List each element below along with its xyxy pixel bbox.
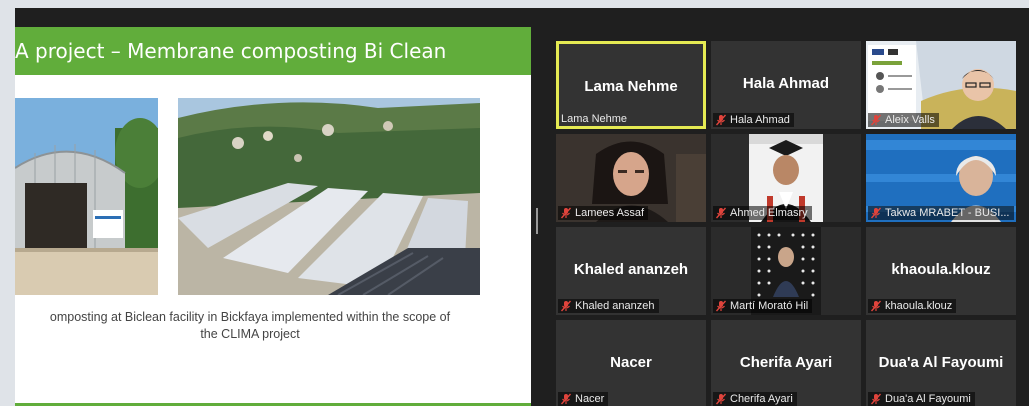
participant-name: Dua'a Al Fayoumi bbox=[878, 354, 1004, 371]
participant-tile[interactable]: Takwa MRABET - BUSI... bbox=[866, 134, 1016, 222]
participant-label-text: Khaled ananzeh bbox=[575, 300, 655, 312]
mic-muted-icon bbox=[560, 393, 572, 405]
participant-label-text: khaoula.klouz bbox=[885, 300, 953, 312]
slide-title-bar: A project – Membrane composting Bi Clean bbox=[15, 27, 531, 75]
mic-muted-icon bbox=[715, 300, 727, 312]
slide-caption-line-2: the CLIMA project bbox=[200, 327, 300, 341]
participant-tile[interactable]: Ahmed Elmasry bbox=[711, 134, 861, 222]
mic-muted-icon bbox=[870, 393, 882, 405]
mic-muted-icon bbox=[715, 114, 727, 126]
mic-muted-icon bbox=[560, 207, 572, 219]
participant-name: Hala Ahmad bbox=[742, 75, 830, 92]
participant-label: Cherifa Ayari bbox=[713, 392, 797, 406]
participant-name: Nacer bbox=[610, 354, 652, 371]
shared-slide: A project – Membrane composting Bi Clean bbox=[15, 27, 531, 406]
participant-label-text: Lama Nehme bbox=[561, 113, 628, 125]
participant-label-text: Takwa MRABET - BUSI... bbox=[885, 207, 1010, 219]
participant-name: khaoula.klouz bbox=[891, 261, 991, 278]
participant-label-text: Lamees Assaf bbox=[575, 207, 645, 219]
participant-tile[interactable]: Khaled ananzeh Khaled ananzeh bbox=[556, 227, 706, 315]
mic-muted-icon bbox=[870, 300, 882, 312]
participant-label: Takwa MRABET - BUSI... bbox=[868, 206, 1014, 220]
participant-label: Martí Morató Hil bbox=[713, 299, 813, 313]
participant-tile[interactable]: Martí Morató Hil bbox=[711, 227, 861, 315]
meeting-window: A project – Membrane composting Bi Clean bbox=[15, 8, 1029, 406]
participant-name: Cherifa Ayari bbox=[739, 354, 833, 371]
participant-tile[interactable]: Hala Ahmad Hala Ahmad bbox=[711, 41, 861, 129]
participant-tile[interactable]: Cherifa Ayari Cherifa Ayari bbox=[711, 320, 861, 406]
participant-tile[interactable]: Lama Nehme Lama Nehme bbox=[556, 41, 706, 129]
participant-label: Hala Ahmad bbox=[713, 113, 794, 127]
participant-label-text: Ahmed Elmasry bbox=[730, 207, 808, 219]
slide-title: A project – Membrane composting Bi Clean bbox=[15, 39, 447, 63]
participant-label: Aleix Valls bbox=[868, 113, 939, 127]
participant-label-text: Aleix Valls bbox=[885, 114, 935, 126]
screen-frame: A project – Membrane composting Bi Clean bbox=[0, 0, 1029, 406]
mic-muted-icon bbox=[715, 207, 727, 219]
slide-photo-membrane-rows bbox=[178, 98, 480, 295]
participant-label: Nacer bbox=[558, 392, 609, 406]
participant-label: Khaled ananzeh bbox=[558, 299, 659, 313]
slide-photo-facility-hangar bbox=[15, 98, 158, 295]
participant-tile[interactable]: Lamees Assaf bbox=[556, 134, 706, 222]
participant-label: Dua'a Al Fayoumi bbox=[868, 392, 975, 406]
participant-label-text: Martí Morató Hil bbox=[730, 300, 809, 312]
participant-label-text: Hala Ahmad bbox=[730, 114, 790, 126]
split-view-drag-handle[interactable] bbox=[536, 208, 539, 234]
participant-label-text: Nacer bbox=[575, 393, 605, 405]
mic-muted-icon bbox=[870, 207, 882, 219]
participant-tile[interactable]: Nacer Nacer bbox=[556, 320, 706, 406]
participant-tile[interactable]: khaoula.klouz khaoula.klouz bbox=[866, 227, 1016, 315]
participant-label-text: Cherifa Ayari bbox=[730, 393, 793, 405]
participant-label: khaoula.klouz bbox=[868, 299, 957, 313]
participant-label: Ahmed Elmasry bbox=[713, 206, 812, 220]
mic-muted-icon bbox=[715, 393, 727, 405]
slide-caption: omposting at Biclean facility in Bickfay… bbox=[15, 309, 485, 343]
participant-label: Lamees Assaf bbox=[558, 206, 649, 220]
participant-name: Lama Nehme bbox=[584, 78, 678, 95]
mic-muted-icon bbox=[870, 114, 882, 126]
slide-caption-line-1: omposting at Biclean facility in Bickfay… bbox=[49, 310, 451, 324]
participant-label-text: Dua'a Al Fayoumi bbox=[885, 393, 971, 405]
participant-tile[interactable]: Dua'a Al Fayoumi Dua'a Al Fayoumi bbox=[866, 320, 1016, 406]
participant-label: Lama Nehme bbox=[559, 112, 631, 126]
participant-tile[interactable]: Aleix Valls bbox=[866, 41, 1016, 129]
mic-muted-icon bbox=[560, 300, 572, 312]
participant-name: Khaled ananzeh bbox=[573, 261, 689, 278]
